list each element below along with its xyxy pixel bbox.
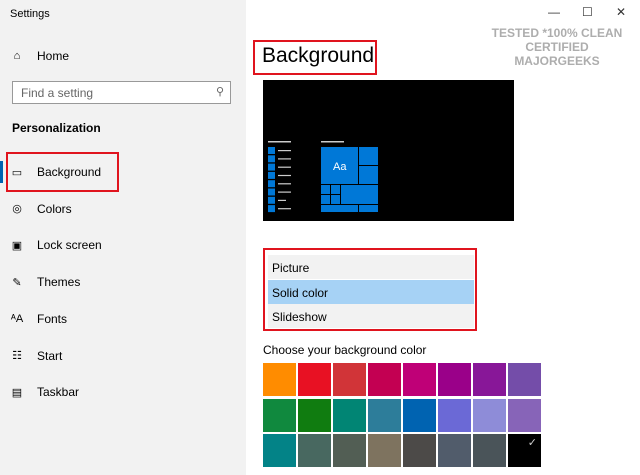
nav-themes[interactable]: ✎ Themes xyxy=(10,270,80,294)
minimize-button[interactable]: — xyxy=(548,5,560,19)
sidebar: Settings ⌂ Home Find a setting ⚲ Persona… xyxy=(0,0,246,475)
color-swatch[interactable] xyxy=(298,434,331,467)
nav-fonts[interactable]: ᴬA Fonts xyxy=(10,307,67,331)
color-swatch[interactable] xyxy=(298,398,331,432)
check-icon: ✓ xyxy=(527,437,537,449)
color-swatch[interactable] xyxy=(403,398,436,432)
lock-screen-icon: ▣ xyxy=(11,239,23,252)
nav-label: Taskbar xyxy=(37,385,80,400)
color-swatch[interactable] xyxy=(368,363,401,396)
window-title: Settings xyxy=(10,8,50,20)
taskbar-icon: ▤ xyxy=(11,386,23,399)
color-swatch[interactable] xyxy=(263,398,296,432)
fonts-icon: ᴬA xyxy=(10,312,24,325)
nav-start[interactable]: ☷ Start xyxy=(10,344,62,368)
nav-label: Lock screen xyxy=(37,238,102,253)
color-swatch[interactable] xyxy=(508,398,541,432)
color-swatch[interactable] xyxy=(298,363,331,396)
color-swatch[interactable] xyxy=(333,398,366,432)
preview-tile-label: Aa xyxy=(333,161,347,173)
color-swatch[interactable] xyxy=(403,363,436,396)
nav-home-label: Home xyxy=(37,49,70,63)
nav-label: Background xyxy=(37,165,102,179)
preview-start-menu: Aa xyxy=(268,141,378,213)
color-swatch[interactable] xyxy=(438,398,471,432)
color-swatch[interactable]: ✓ xyxy=(508,434,541,467)
search-placeholder: Find a setting xyxy=(21,86,94,100)
nav-colors[interactable]: ◎ Colors xyxy=(10,197,72,221)
section-heading: Personalization xyxy=(12,121,101,135)
color-swatch[interactable] xyxy=(403,434,436,467)
color-swatch[interactable] xyxy=(438,434,471,467)
maximize-button[interactable]: ☐ xyxy=(582,5,593,19)
nav-taskbar[interactable]: ▤ Taskbar xyxy=(10,380,79,404)
picture-icon: ▭ xyxy=(11,166,23,179)
start-icon: ☷ xyxy=(12,350,22,362)
dropdown-highlight xyxy=(263,248,477,331)
nav-home[interactable]: ⌂ Home xyxy=(10,44,69,68)
color-swatch[interactable] xyxy=(508,363,541,396)
title-highlight xyxy=(253,40,377,75)
palette-icon: ◎ xyxy=(12,203,22,216)
color-swatch[interactable] xyxy=(368,398,401,432)
color-swatch[interactable] xyxy=(473,363,506,396)
watermark-logo: TESTED *100% CLEAN CERTIFIED MAJORGEEKS xyxy=(491,26,623,68)
home-icon: ⌂ xyxy=(13,50,21,62)
nav-label: Start xyxy=(37,348,63,363)
selection-indicator xyxy=(0,161,3,183)
color-swatch[interactable] xyxy=(263,363,296,396)
themes-icon: ✎ xyxy=(12,276,22,289)
color-swatch[interactable] xyxy=(473,434,506,467)
background-preview: Aa xyxy=(263,80,514,221)
color-swatch[interactable] xyxy=(438,363,471,396)
color-swatch[interactable] xyxy=(333,434,366,467)
main-pane: Background Aa Picture Solid color Slidesho… xyxy=(246,0,640,475)
color-label: Choose your background color xyxy=(263,343,427,357)
color-swatch[interactable] xyxy=(333,363,366,396)
color-swatch[interactable] xyxy=(473,398,506,432)
color-swatch[interactable] xyxy=(263,434,296,467)
search-input[interactable]: Find a setting ⚲ xyxy=(12,81,231,104)
nav-label: Colors xyxy=(37,201,72,216)
nav-label: Themes xyxy=(37,275,81,290)
nav-label: Fonts xyxy=(37,311,68,326)
close-button[interactable]: ✕ xyxy=(616,5,626,19)
nav-background[interactable]: ▭ Background xyxy=(10,160,101,184)
nav-lock-screen[interactable]: ▣ Lock screen xyxy=(10,233,102,257)
search-icon: ⚲ xyxy=(215,86,224,98)
color-swatch[interactable] xyxy=(368,434,401,467)
